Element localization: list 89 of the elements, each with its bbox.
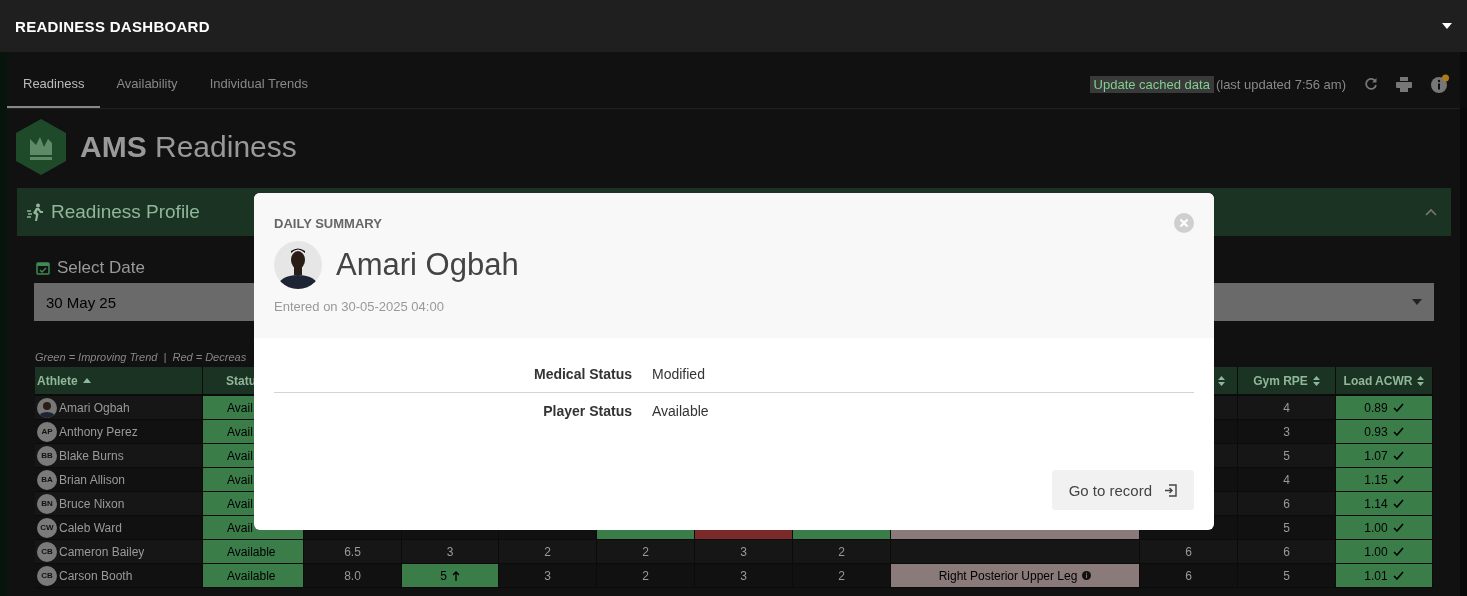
- table-cell[interactable]: Amari Ogbah: [35, 396, 203, 420]
- column-header[interactable]: Load ACWR: [1336, 367, 1433, 396]
- refresh-icon[interactable]: [1364, 77, 1378, 91]
- field-label: Player Status: [542, 403, 632, 419]
- table-cell[interactable]: BN Bruce Nixon: [35, 492, 203, 516]
- table-cell: 3: [695, 564, 793, 588]
- check-icon: [1392, 475, 1404, 484]
- table-cell: 6: [1140, 540, 1238, 564]
- table-cell: 0.89: [1336, 396, 1433, 420]
- update-cached-data-button[interactable]: Update cached data: [1089, 75, 1214, 93]
- app-logo-text: AMS Readiness: [80, 130, 297, 164]
- table-cell: 4: [1238, 396, 1336, 420]
- table-cell: 1.15: [1336, 468, 1433, 492]
- table-cell: 3: [695, 540, 793, 564]
- avatar-initials: CB: [37, 541, 57, 562]
- dropdown-arrow-icon: [1412, 299, 1422, 305]
- info-icon: [1082, 571, 1092, 580]
- logo-icon: [16, 119, 66, 175]
- table-cell: 6: [1238, 492, 1336, 516]
- table-cell: 2: [793, 540, 891, 564]
- field-label: Medical Status: [532, 366, 632, 382]
- table-cell: 6.5: [304, 540, 402, 564]
- table-cell: Available: [203, 540, 304, 564]
- table-cell: 3: [1238, 420, 1336, 444]
- column-header[interactable]: Athlete: [35, 367, 203, 396]
- chevron-icon[interactable]: [1425, 208, 1437, 216]
- go-to-record-button[interactable]: Go to record: [1051, 470, 1194, 510]
- table-cell: 5: [402, 564, 499, 588]
- table-cell: 3: [402, 540, 499, 564]
- table-cell[interactable]: CB Cameron Bailey: [35, 540, 203, 564]
- check-icon: [1392, 451, 1404, 460]
- tab[interactable]: Individual Trends: [193, 60, 324, 108]
- table-cell: 1.14: [1336, 492, 1433, 516]
- legend-text: Green = Improving Trend | Red = Decreas: [35, 351, 248, 363]
- table-cell: 1.00: [1336, 540, 1433, 564]
- table-cell: 2: [597, 564, 695, 588]
- runner-icon: [27, 203, 45, 221]
- check-icon: [1392, 403, 1404, 412]
- field-value: Available: [652, 403, 709, 419]
- table-cell: 6: [1140, 564, 1238, 588]
- last-updated-text: (last updated 7:56 am): [1215, 76, 1346, 92]
- arrow-up-icon: [451, 570, 460, 581]
- table-cell: Available: [203, 564, 304, 588]
- avatar-initials: CB: [37, 565, 57, 586]
- field-value: Modified: [652, 366, 705, 382]
- table-cell: 2: [597, 540, 695, 564]
- table-cell[interactable]: BA Brian Allison: [35, 468, 203, 492]
- app-title: READINESS DASHBOARD: [15, 17, 210, 35]
- table-cell: 1.01: [1336, 564, 1433, 588]
- table-cell: 2: [793, 564, 891, 588]
- athlete-name: Amari Ogbah: [336, 247, 519, 283]
- avatar-initials: BA: [37, 469, 57, 490]
- table-cell[interactable]: CB Carson Booth: [35, 564, 203, 588]
- avatar-initials: BN: [37, 493, 57, 514]
- check-icon: [1392, 571, 1404, 580]
- info-icon[interactable]: [1430, 74, 1450, 94]
- table-cell: 6: [1238, 540, 1336, 564]
- column-header[interactable]: Gym RPE: [1238, 367, 1336, 396]
- table-cell[interactable]: BB Blake Burns: [35, 444, 203, 468]
- table-cell: Right Posterior Upper Leg: [891, 564, 1140, 588]
- field-label: Select Date: [57, 258, 145, 278]
- tab[interactable]: Availability: [100, 60, 194, 108]
- table-cell: 1.07: [1336, 444, 1433, 468]
- table-cell[interactable]: AP Anthony Perez: [35, 420, 203, 444]
- check-icon: [1392, 547, 1404, 556]
- table-cell: 8.0: [304, 564, 402, 588]
- check-icon: [1392, 523, 1404, 532]
- modal-heading: DAILY SUMMARY: [274, 215, 382, 231]
- check-icon: [1392, 427, 1404, 436]
- print-icon[interactable]: [1396, 76, 1412, 92]
- avatar-initials: CW: [37, 517, 57, 538]
- table-cell: 1.00: [1336, 516, 1433, 540]
- table-cell: 5: [1238, 516, 1336, 540]
- table-cell: 2: [499, 540, 597, 564]
- exit-icon: [1164, 483, 1177, 497]
- table-cell: 5: [1238, 564, 1336, 588]
- table-cell: 0.93: [1336, 420, 1433, 444]
- check-icon: [1392, 499, 1404, 508]
- entry-timestamp: Entered on 30-05-2025 04:00: [274, 299, 445, 314]
- tab[interactable]: Readiness: [7, 60, 101, 108]
- avatar-initials: AP: [37, 421, 57, 442]
- avatar-initials: BB: [37, 445, 57, 466]
- table-cell: 4: [1238, 468, 1336, 492]
- caret-icon[interactable]: [1442, 23, 1452, 29]
- table-cell[interactable]: CW Caleb Ward: [35, 516, 203, 540]
- calendar-icon: [36, 261, 50, 275]
- panel-title: Readiness Profile: [51, 201, 200, 223]
- table-cell: 3: [499, 564, 597, 588]
- table-cell: 5: [1238, 444, 1336, 468]
